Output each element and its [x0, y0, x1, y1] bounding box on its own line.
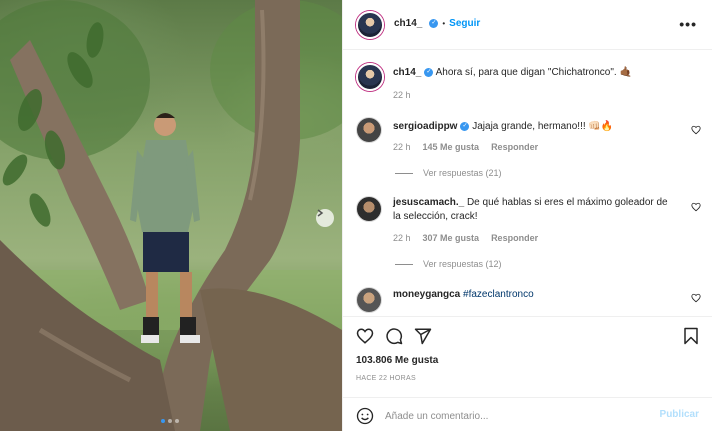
verified-icon: ✓ [429, 19, 439, 28]
publish-button[interactable]: Publicar [660, 409, 699, 420]
view-replies-label: Ver respuestas (12) [423, 259, 502, 269]
commenter-avatar[interactable] [356, 196, 382, 222]
comment-meta: 22 h 307 Me gusta Responder [393, 233, 538, 243]
comment-likes[interactable]: 145 Me gusta [423, 142, 480, 152]
more-options-icon[interactable]: ••• [679, 17, 697, 31]
comment: moneygangca #fazeclantronco [343, 286, 712, 313]
replies-line [395, 172, 413, 174]
photo-scene [0, 0, 342, 431]
comment: sergioadippw ✓ Jajaja grande, hermano!!! … [343, 116, 712, 186]
post-panel: ch14_ ✓ • Seguir ••• ch14_ ✓ Ahora sí, pa… [342, 0, 712, 431]
replies-line [395, 263, 413, 265]
follow-button[interactable]: Seguir [449, 18, 480, 29]
post-header: ch14_ ✓ • Seguir ••• [343, 0, 712, 50]
author-username[interactable]: ch14_ [394, 18, 422, 29]
caption-text-line: ch14_ ✓ Ahora sí, para que digan "Chichat… [393, 66, 678, 80]
post-photo [0, 0, 342, 431]
comment: jesuscamach._ De qué hablas si eres el m… [343, 195, 712, 275]
caption-meta: 22 h [393, 90, 411, 100]
reply-button[interactable]: Responder [491, 142, 538, 152]
comment-time: 22 h [393, 233, 411, 243]
comment-likes[interactable]: 307 Me gusta [423, 233, 480, 243]
comment-text-line: jesuscamach._ De qué hablas si eres el m… [393, 196, 678, 224]
caption-text: Ahora sí, para que digan "Chichatronco".… [435, 67, 632, 78]
comment-username[interactable]: moneygangca [393, 289, 460, 300]
comment-text: Jajaja grande, hermano!!! 👊🏻🔥 [472, 121, 614, 132]
carousel-dot [168, 419, 172, 423]
caption-time: 22 h [393, 90, 411, 100]
next-image-button[interactable] [316, 209, 334, 227]
post-time: HACE 22 HORAS [356, 375, 416, 382]
comment-username[interactable]: sergioadippw [393, 121, 457, 132]
commenter-avatar[interactable] [356, 117, 382, 143]
comment-like-icon[interactable] [691, 125, 701, 135]
like-heart-icon[interactable] [356, 327, 374, 345]
comment-input[interactable] [385, 407, 635, 425]
author-line: ch14_ ✓ • Seguir [394, 18, 480, 29]
view-replies-button[interactable]: Ver respuestas (12) [395, 259, 502, 269]
view-replies-button[interactable]: Ver respuestas (21) [395, 168, 502, 178]
comment-text-line: sergioadippw ✓ Jajaja grande, hermano!!! … [393, 120, 678, 134]
comment-like-icon[interactable] [691, 202, 701, 212]
caption-avatar[interactable] [356, 63, 384, 91]
separator-dot: • [442, 19, 446, 28]
author-avatar[interactable] [356, 11, 384, 39]
save-bookmark-icon[interactable] [682, 327, 700, 345]
carousel-dot [175, 419, 179, 423]
verified-icon: ✓ [460, 121, 470, 131]
comment-icon[interactable] [385, 327, 403, 345]
caption: ch14_ ✓ Ahora sí, para que digan "Chichat… [343, 62, 712, 106]
comment-time: 22 h [393, 142, 411, 152]
comment-meta: 22 h 145 Me gusta Responder [393, 142, 538, 152]
chevron-right-icon [317, 209, 324, 217]
share-icon[interactable] [414, 327, 432, 345]
carousel-dot-active [161, 419, 165, 423]
post-actions: 103.806 Me gusta HACE 22 HORAS Publicar [343, 316, 712, 431]
verified-icon: ✓ [424, 67, 434, 77]
likes-count[interactable]: 103.806 Me gusta [356, 355, 438, 366]
reply-button[interactable]: Responder [491, 233, 538, 243]
carousel-dots [161, 419, 179, 423]
comment-bar: Publicar [343, 397, 712, 431]
comment-text-line: moneygangca #fazeclantronco [393, 288, 678, 302]
caption-username[interactable]: ch14_ [393, 67, 421, 78]
comment-username[interactable]: jesuscamach._ [393, 197, 464, 208]
comment-like-icon[interactable] [691, 293, 701, 303]
commenter-avatar[interactable] [356, 287, 382, 313]
view-replies-label: Ver respuestas (21) [423, 168, 502, 178]
hashtag-link[interactable]: #fazeclantronco [463, 289, 534, 300]
emoji-icon[interactable] [356, 407, 374, 425]
